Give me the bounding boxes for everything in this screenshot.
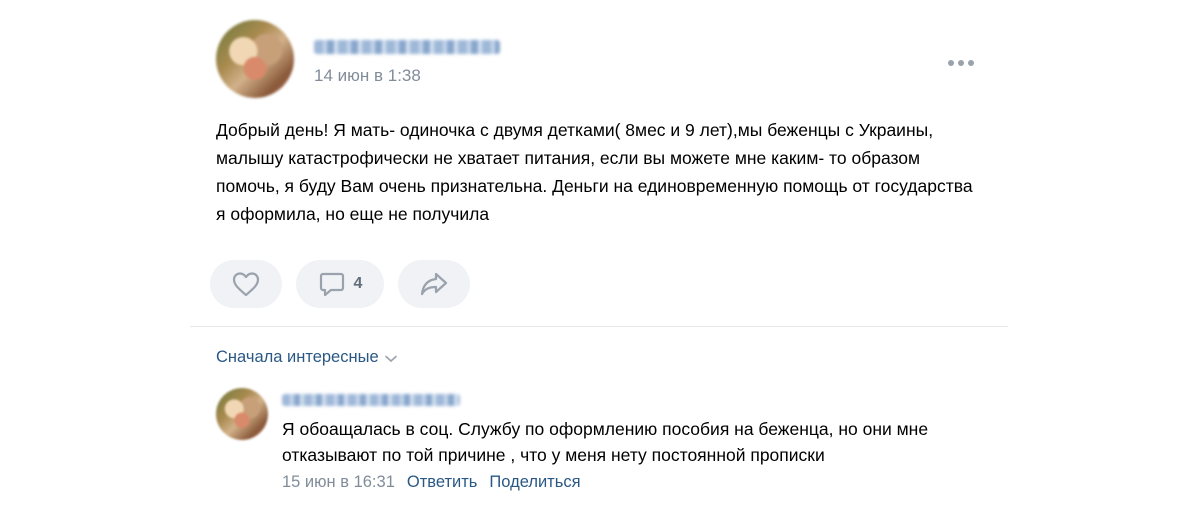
post-text: Добрый день! Я мать- одиночка с двумя де…: [216, 120, 973, 224]
post-header: 14 июн в 1:38: [216, 20, 996, 104]
share-comment-link[interactable]: Поделиться: [489, 473, 580, 492]
reply-link[interactable]: Ответить: [407, 473, 478, 492]
comment-count: 4: [353, 275, 363, 292]
comment-button[interactable]: 4: [296, 260, 384, 308]
post-date[interactable]: 14 июн в 1:38: [314, 66, 421, 86]
comments-sort-toggle[interactable]: Сначала интересные: [216, 348, 397, 367]
author-avatar[interactable]: [216, 20, 294, 98]
like-button[interactable]: [210, 260, 282, 308]
post-actions: 4: [210, 260, 470, 308]
comment-icon: [319, 272, 344, 297]
share-icon: [420, 272, 448, 296]
comment-text: Я обоащалась в соц. Службу по оформлению…: [282, 419, 929, 465]
author-name-blurred[interactable]: [314, 40, 500, 54]
divider: [190, 326, 1008, 327]
comment-meta: 15 июн в 16:31 Ответить Поделиться: [282, 473, 581, 492]
heart-icon: [232, 272, 260, 297]
sort-label: Сначала интересные: [216, 348, 379, 366]
chevron-down-icon: [384, 355, 397, 363]
comment-author-name-blurred[interactable]: [282, 394, 460, 406]
comment-date[interactable]: 15 июн в 16:31: [282, 473, 395, 492]
share-button[interactable]: [398, 260, 470, 308]
comment-item: Я обоащалась в соц. Службу по оформлению…: [216, 384, 996, 504]
comment-author-avatar[interactable]: [216, 388, 268, 440]
more-options-icon[interactable]: [948, 56, 978, 70]
